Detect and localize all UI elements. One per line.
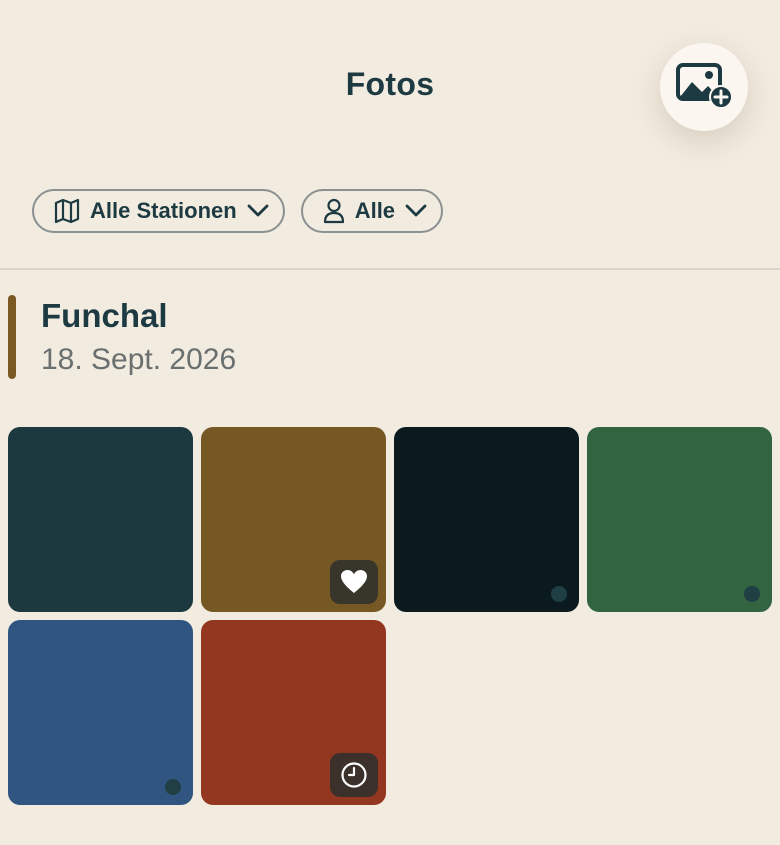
divider	[0, 268, 780, 270]
heart-icon	[330, 560, 378, 604]
person-filter-dropdown[interactable]: Alle	[300, 189, 444, 233]
photo-thumbnail[interactable]	[587, 427, 772, 612]
section-header: Funchal 18. Sept. 2026	[8, 295, 508, 379]
section-date: 18. Sept. 2026	[41, 343, 237, 376]
photo-thumbnail[interactable]	[201, 620, 386, 805]
station-filter-dropdown[interactable]: Alle Stationen	[32, 189, 285, 233]
person-icon	[323, 198, 345, 224]
add-photo-button[interactable]	[660, 43, 748, 131]
photo-thumbnail[interactable]	[8, 427, 193, 612]
chevron-down-icon	[247, 204, 269, 218]
clock-icon	[330, 753, 378, 797]
station-filter-label: Alle Stationen	[90, 198, 237, 223]
filter-bar: Alle Stationen Alle	[32, 189, 444, 233]
top-bar: Fotos	[0, 0, 780, 170]
status-dot	[744, 586, 760, 602]
status-dot	[165, 779, 181, 795]
photo-thumbnail[interactable]	[201, 427, 386, 612]
section-title: Funchal	[41, 297, 168, 334]
photo-thumbnail[interactable]	[394, 427, 579, 612]
photo-grid	[8, 427, 772, 805]
image-plus-icon	[675, 61, 733, 114]
person-filter-label: Alle	[354, 198, 396, 223]
section-accent-bar	[8, 295, 16, 379]
status-dot	[551, 586, 567, 602]
photo-thumbnail[interactable]	[8, 620, 193, 805]
map-icon	[54, 198, 80, 224]
chevron-down-icon	[405, 204, 427, 218]
